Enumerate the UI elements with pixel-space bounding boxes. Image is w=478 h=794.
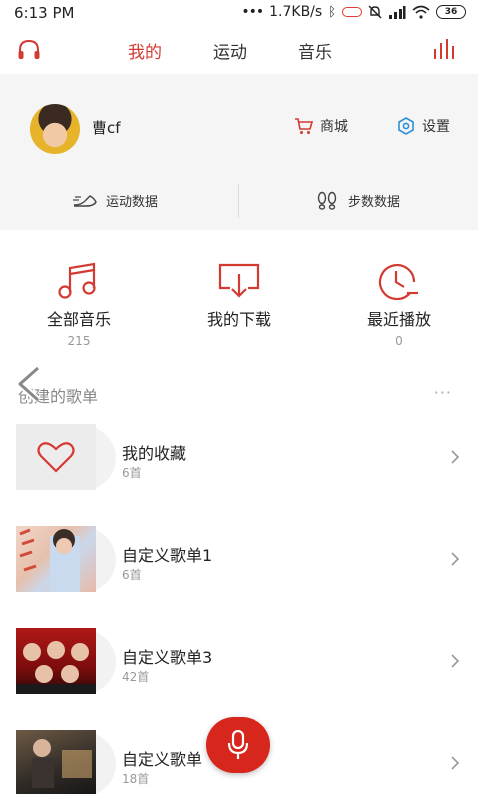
playlist-count: 6首 bbox=[122, 568, 142, 582]
status-time: 6:13 PM bbox=[14, 4, 75, 22]
all-music-button[interactable]: 全部音乐 215 bbox=[19, 262, 139, 348]
chevron-right-icon bbox=[451, 756, 460, 770]
tab-music[interactable]: 音乐 bbox=[298, 38, 332, 63]
playlist-count: 42首 bbox=[122, 670, 150, 684]
wifi-icon bbox=[412, 5, 430, 19]
tab-sport[interactable]: 运动 bbox=[213, 38, 247, 63]
cart-icon bbox=[295, 118, 314, 134]
playlist-name: 自定义歌单1 bbox=[122, 546, 213, 565]
playlist-name: 自定义歌单 bbox=[122, 750, 203, 769]
playlist-name: 自定义歌单3 bbox=[122, 648, 213, 667]
chevron-right-icon bbox=[451, 552, 460, 566]
recent-play-button[interactable]: 最近播放 0 bbox=[339, 262, 459, 348]
profile-divider bbox=[0, 172, 478, 173]
download-icon bbox=[218, 263, 260, 298]
step-data-label: 步数数据 bbox=[348, 194, 401, 210]
recent-play-label: 最近播放 bbox=[366, 310, 431, 329]
settings-label: 设置 bbox=[422, 119, 450, 135]
album-art-image bbox=[16, 730, 96, 794]
chevron-right-icon bbox=[451, 654, 460, 668]
sport-data-label: 运动数据 bbox=[106, 194, 159, 210]
playlist-row[interactable]: 自定义歌单1 6首 bbox=[0, 526, 478, 596]
playlist-row[interactable]: 自定义歌单3 42首 bbox=[0, 628, 478, 698]
mute-icon bbox=[368, 5, 382, 19]
music-note-icon bbox=[58, 262, 96, 299]
network-speed: 1.7KB/s bbox=[269, 4, 323, 20]
profile-panel: 曹cf 商城 设置 运动数据 步数数据 bbox=[0, 74, 478, 230]
battery-icon: 36 bbox=[436, 5, 466, 19]
all-music-count: 215 bbox=[67, 334, 91, 348]
shop-button[interactable]: 商城 bbox=[294, 116, 348, 136]
microphone-icon bbox=[227, 730, 249, 759]
status-icons: ••• 1.7KB/s ᛒ 36 bbox=[241, 4, 466, 20]
playlist-cover bbox=[16, 526, 116, 592]
username[interactable]: 曹cf bbox=[92, 117, 121, 138]
avatar[interactable] bbox=[30, 104, 80, 154]
playlist-cover bbox=[16, 424, 116, 490]
clock-icon bbox=[378, 263, 418, 300]
heart-icon bbox=[37, 442, 75, 473]
more-options-button[interactable]: ··· bbox=[434, 383, 452, 402]
playlist-count: 18首 bbox=[122, 772, 150, 786]
my-download-button[interactable]: 我的下载 bbox=[179, 262, 299, 334]
chevron-right-icon bbox=[451, 450, 460, 464]
headphones-icon[interactable] bbox=[16, 38, 42, 62]
back-chevron-icon[interactable] bbox=[14, 366, 44, 402]
equalizer-icon[interactable] bbox=[432, 37, 456, 61]
album-art-image bbox=[16, 526, 96, 592]
top-nav: 我的 运动 音乐 bbox=[0, 26, 478, 74]
all-music-label: 全部音乐 bbox=[46, 310, 111, 329]
album-art-image bbox=[16, 628, 96, 694]
alarm-pill-icon bbox=[342, 7, 362, 17]
my-download-label: 我的下载 bbox=[206, 310, 271, 329]
settings-hexagon-icon bbox=[398, 117, 414, 135]
running-shoe-icon bbox=[73, 195, 97, 207]
sport-data-button[interactable]: 运动数据 bbox=[72, 190, 158, 210]
favorites-cover bbox=[16, 424, 96, 490]
dots-icon: ••• bbox=[241, 4, 264, 20]
playlist-name: 我的收藏 bbox=[122, 444, 187, 463]
voice-search-button[interactable] bbox=[206, 717, 270, 773]
settings-button[interactable]: 设置 bbox=[396, 116, 450, 136]
playlist-row[interactable]: 我的收藏 6首 bbox=[0, 424, 478, 494]
stats-divider bbox=[238, 184, 239, 218]
footprints-icon bbox=[317, 191, 337, 210]
step-data-button[interactable]: 步数数据 bbox=[314, 190, 400, 210]
recent-play-count: 0 bbox=[395, 334, 403, 348]
playlist-cover bbox=[16, 730, 116, 794]
bluetooth-icon: ᛒ bbox=[328, 4, 336, 20]
shop-label: 商城 bbox=[320, 119, 348, 135]
playlist-cover bbox=[16, 628, 116, 694]
signal-icon bbox=[389, 6, 406, 19]
tab-mine[interactable]: 我的 bbox=[128, 38, 162, 63]
playlist-count: 6首 bbox=[122, 466, 142, 480]
status-bar: 6:13 PM ••• 1.7KB/s ᛒ 36 bbox=[0, 0, 478, 26]
